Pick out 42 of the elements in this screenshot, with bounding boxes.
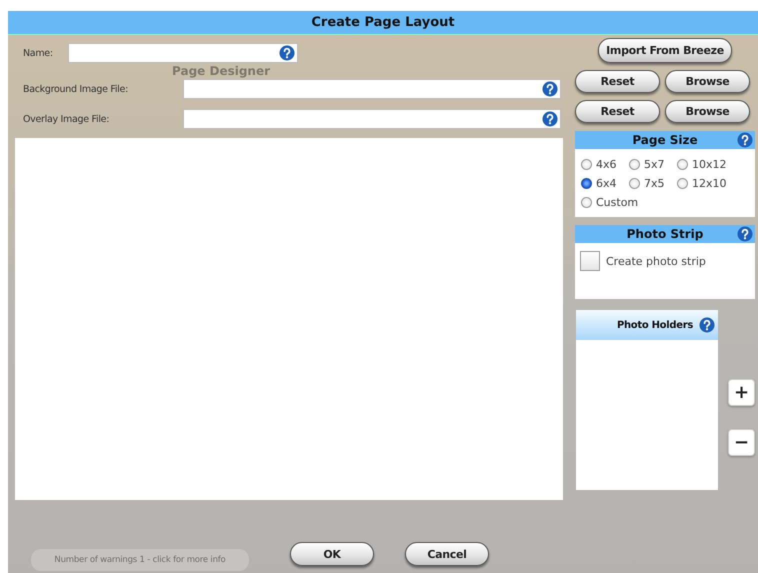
- background-title: Page Designer: [172, 64, 270, 78]
- radio-button[interactable]: [677, 178, 688, 189]
- field-label: Background Image File:: [23, 84, 129, 94]
- browse-button[interactable]: Browse: [665, 100, 750, 123]
- panel-title: Photo Strip: [626, 227, 704, 241]
- list-title: Photo Holders: [616, 320, 693, 330]
- radio-label[interactable]: 5x7: [644, 158, 665, 171]
- import-button[interactable]: Import From Breeze: [598, 38, 732, 63]
- help-icon[interactable]: [737, 226, 753, 242]
- radio-label[interactable]: 6x4: [596, 177, 617, 190]
- radio-label[interactable]: 7x5: [644, 177, 665, 190]
- cancel-button[interactable]: Cancel: [405, 542, 489, 566]
- help-icon[interactable]: [279, 45, 295, 61]
- radio-label[interactable]: 12x10: [692, 177, 727, 190]
- field-label: Name:: [23, 48, 54, 58]
- radio-label[interactable]: Custom: [596, 196, 638, 209]
- browse-button[interactable]: Browse: [665, 70, 750, 93]
- file-path-field[interactable]: [183, 109, 561, 129]
- checkbox[interactable]: [580, 251, 600, 271]
- ok-button[interactable]: OK: [290, 542, 374, 566]
- radio-label[interactable]: 10x12: [692, 158, 727, 171]
- radio-button[interactable]: [581, 159, 592, 170]
- help-icon[interactable]: [737, 132, 753, 148]
- radio-button[interactable]: [629, 178, 640, 189]
- radio-button[interactable]: [629, 159, 640, 170]
- remove-button[interactable]: −: [728, 429, 755, 456]
- panel-title: Page Size: [632, 133, 698, 147]
- reset-button[interactable]: Reset: [575, 100, 660, 123]
- help-icon[interactable]: [699, 317, 715, 333]
- radio-button[interactable]: [677, 159, 688, 170]
- file-path-field[interactable]: [183, 79, 561, 99]
- radio-label[interactable]: 4x6: [596, 158, 617, 171]
- name-field[interactable]: [68, 43, 298, 63]
- help-icon[interactable]: [542, 111, 558, 127]
- add-button[interactable]: +: [728, 379, 755, 406]
- radio-button[interactable]: [581, 178, 592, 189]
- field-label: Overlay Image File:: [23, 114, 110, 124]
- radio-button[interactable]: [581, 197, 592, 208]
- reset-button[interactable]: Reset: [575, 70, 660, 93]
- checkbox-label[interactable]: Create photo strip: [606, 254, 706, 268]
- window-title: Create Page Layout: [8, 11, 758, 35]
- help-icon[interactable]: [542, 81, 558, 97]
